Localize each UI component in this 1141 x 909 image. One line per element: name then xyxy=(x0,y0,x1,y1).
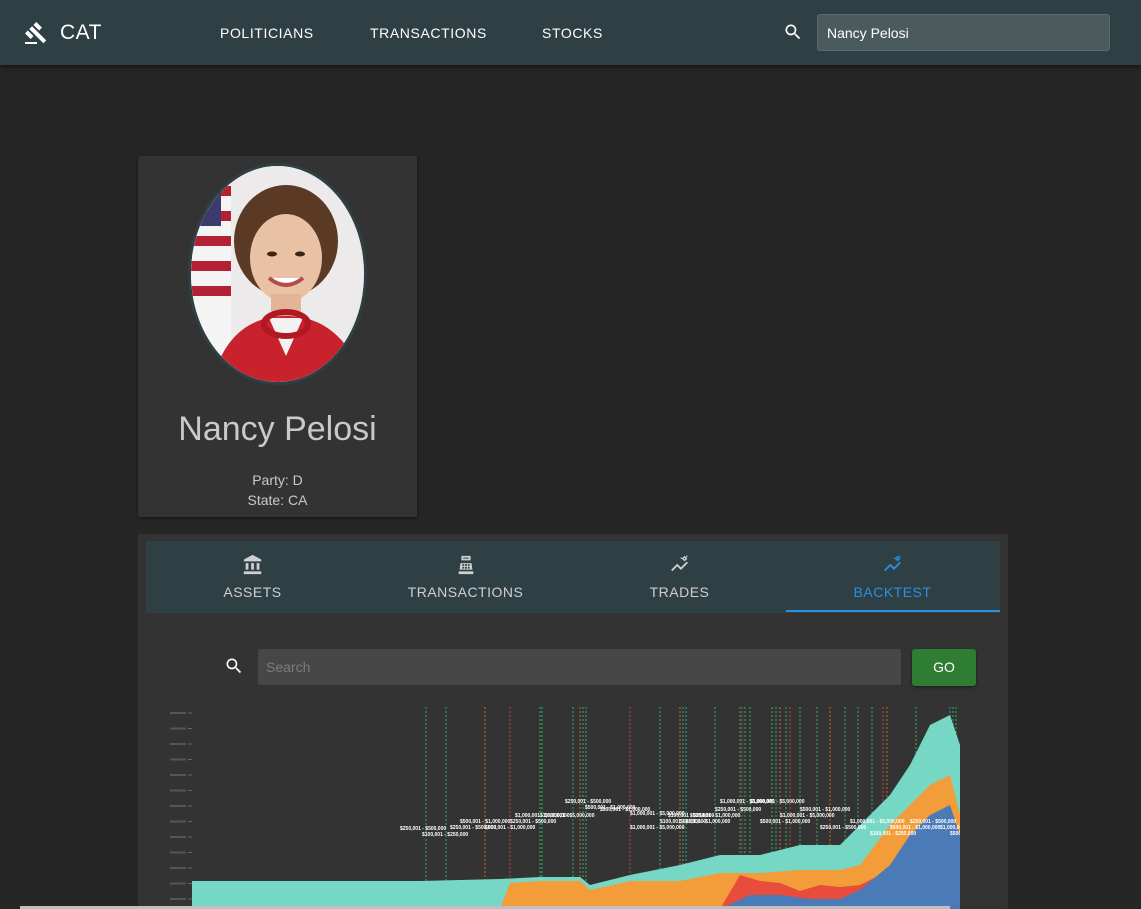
y-tick-label xyxy=(170,898,186,900)
y-tick-label xyxy=(170,820,186,823)
transaction-label: $500,001 - $1,000,000 xyxy=(485,825,536,831)
profile-card: Nancy Pelosi Party: D State: CA xyxy=(138,156,417,517)
y-tick-label xyxy=(170,805,186,807)
y-tick-label xyxy=(170,867,186,869)
nav-stocks[interactable]: STOCKS xyxy=(542,25,603,41)
portrait-image xyxy=(191,166,364,382)
tab-transactions[interactable]: TRANSACTIONS xyxy=(359,541,572,613)
transaction-label: $100,001 - $250,000 xyxy=(422,832,468,838)
top-app-bar: CAT POLITICIANS TRANSACTIONS STOCKS xyxy=(0,0,1141,65)
active-tab-indicator xyxy=(786,610,1000,612)
transaction-label: $1,000,001 - $5,000,000 xyxy=(780,813,835,819)
politician-search-input[interactable] xyxy=(817,14,1110,51)
tab-trades-label: TRADES xyxy=(649,584,710,600)
transaction-label: $250,001 - $500,000 xyxy=(510,819,556,825)
y-axis xyxy=(170,712,192,900)
transaction-label: $500,001 - $1,000,000 xyxy=(680,819,731,825)
transaction-label: $250,001 - $500,000 xyxy=(820,825,866,831)
y-tick-label xyxy=(170,712,186,714)
politician-name: Nancy Pelosi xyxy=(178,410,377,448)
y-tick-label xyxy=(170,758,186,761)
tab-assets[interactable]: ASSETS xyxy=(146,541,359,613)
politician-party: Party: D xyxy=(252,472,303,488)
cash-register-icon xyxy=(458,555,474,575)
transaction-label: $1,000,001 - $5,000,000 xyxy=(750,799,805,805)
tab-bar: ASSETS TRANSACTIONS TRADES BACKTEST xyxy=(146,541,1000,613)
transaction-label: $1,000,001 - $5,000,000 xyxy=(630,825,685,831)
nav-politicians[interactable]: POLITICIANS xyxy=(220,25,314,41)
go-button[interactable]: GO xyxy=(912,649,976,686)
transaction-label: $500,001 - $1,000,000 xyxy=(800,807,851,813)
transaction-label: $1,000,001 - $5,000,000 xyxy=(540,813,595,819)
transaction-label: $500,001 - $1,000,000 xyxy=(890,825,941,831)
tab-trades[interactable]: TRADES xyxy=(573,541,786,613)
search-icon[interactable] xyxy=(783,22,803,42)
y-tick-label xyxy=(170,727,186,730)
brand-title: CAT xyxy=(60,21,102,44)
transaction-label: $500,001 - $1,000,000 xyxy=(950,831,960,837)
transaction-label: $500,001 - $1,000,000 xyxy=(760,819,811,825)
y-tick-label xyxy=(170,743,186,745)
tab-transactions-label: TRANSACTIONS xyxy=(407,584,524,600)
bank-icon xyxy=(243,554,262,575)
tab-backtest[interactable]: BACKTEST xyxy=(786,541,999,613)
transaction-label: $100,001 - $250,000 xyxy=(870,831,916,837)
brand[interactable]: CAT xyxy=(24,20,102,46)
transaction-label: $250,001 - $500,000 xyxy=(715,807,761,813)
y-tick-label xyxy=(170,851,186,854)
trending-icon xyxy=(884,555,901,572)
y-tick-label xyxy=(170,836,186,838)
nav-transactions[interactable]: TRANSACTIONS xyxy=(370,25,487,41)
politician-state: State: CA xyxy=(247,492,308,508)
tab-assets-label: ASSETS xyxy=(223,584,282,600)
trending-icon xyxy=(671,555,688,572)
stock-search-input[interactable] xyxy=(258,649,901,685)
search-icon[interactable] xyxy=(224,656,244,676)
politician-portrait xyxy=(188,163,367,385)
y-tick-label xyxy=(170,774,186,776)
gavel-icon xyxy=(24,22,47,44)
tab-backtest-label: BACKTEST xyxy=(853,584,932,600)
backtest-chart: $250,001 - $500,000$100,001 - $250,000$5… xyxy=(170,707,960,909)
y-tick-label xyxy=(170,882,186,885)
y-tick-label xyxy=(170,789,186,792)
